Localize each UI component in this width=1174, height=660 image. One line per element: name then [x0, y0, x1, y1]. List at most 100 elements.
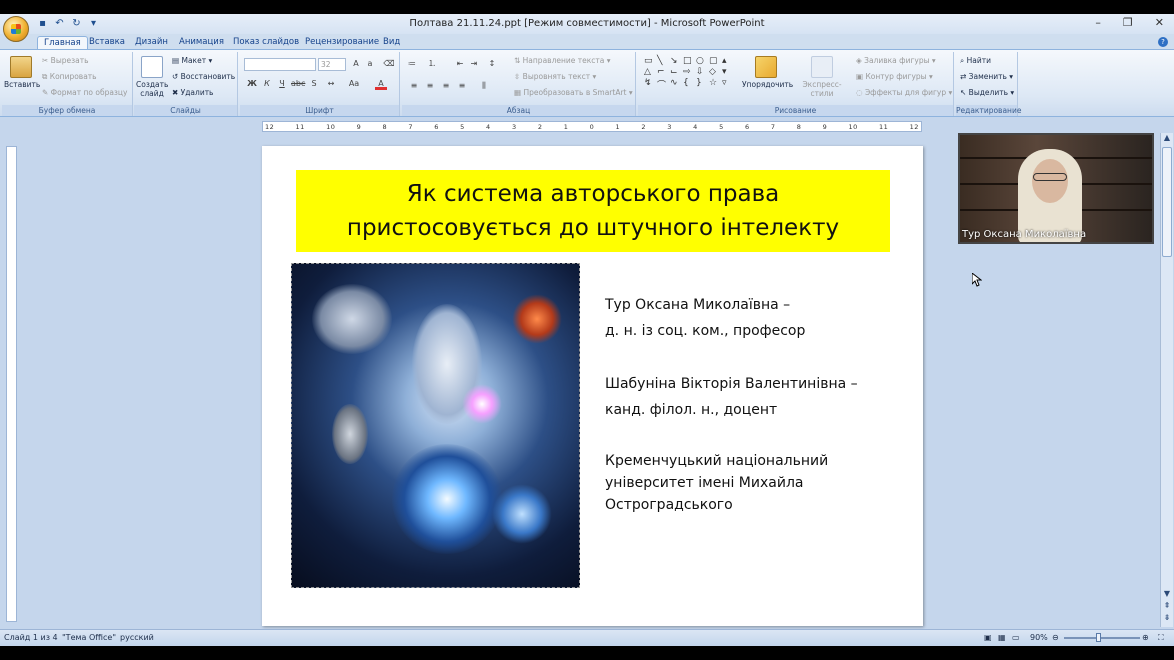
- numbering-icon[interactable]: ⒈: [426, 58, 438, 70]
- textbox-shape-icon[interactable]: ▭: [644, 56, 656, 66]
- slide-canvas[interactable]: Як система авторського права пристосовує…: [262, 146, 923, 626]
- line-shape-icon[interactable]: ╲: [657, 56, 669, 66]
- strikethrough-icon[interactable]: abc: [291, 78, 305, 90]
- shape-fill-button[interactable]: ◈ Заливка фигуры ▾: [856, 56, 936, 65]
- rounded-rect-shape-icon[interactable]: ▢: [709, 56, 721, 66]
- select-button[interactable]: ↖ Выделить ▾: [960, 88, 1014, 97]
- gallery-up-icon[interactable]: ▴: [722, 56, 734, 66]
- zoom-in-icon[interactable]: ⊕: [1142, 633, 1149, 642]
- webcam-video-tile[interactable]: Тур Оксана Миколаївна: [958, 133, 1154, 244]
- fit-slide-icon[interactable]: ⛶: [1158, 633, 1164, 643]
- layout-button[interactable]: ▤ Макет ▾: [172, 56, 212, 65]
- clear-format-icon[interactable]: ⌫: [383, 58, 395, 70]
- grow-font-icon[interactable]: A: [350, 58, 362, 70]
- tab-design[interactable]: Дизайн: [129, 36, 174, 50]
- bold-icon[interactable]: Ж: [246, 78, 258, 90]
- slide-body-text[interactable]: Тур Оксана Миколаївна – д. н. із соц. ко…: [605, 292, 905, 543]
- scroll-thumb[interactable]: [1162, 147, 1172, 257]
- star-shape-icon[interactable]: ☆: [709, 78, 721, 91]
- maximize-icon[interactable]: ❐: [1123, 16, 1133, 29]
- down-arrow-shape-icon[interactable]: ⇩: [696, 67, 708, 77]
- columns-icon[interactable]: ⫼: [478, 80, 490, 92]
- align-left-icon[interactable]: ≡: [408, 80, 420, 92]
- replace-button[interactable]: ⇄ Заменить ▾: [960, 72, 1013, 81]
- arrange-button[interactable]: Упорядочить: [742, 56, 793, 89]
- underline-icon[interactable]: Ч: [276, 78, 288, 90]
- theme-name[interactable]: "Тема Office": [62, 633, 116, 642]
- scroll-down-icon[interactable]: ▼: [1161, 589, 1173, 601]
- brace-right-shape-icon[interactable]: }: [696, 78, 708, 91]
- quick-styles-button[interactable]: Экспресс-стили: [794, 56, 850, 98]
- brace-left-shape-icon[interactable]: {: [683, 78, 695, 91]
- shape-gallery[interactable]: ▭ ╲ ↘ □ ○ ▢ ▴ △ ⌐ ⌙ ⇨ ⇩ ◇ ▾ ↯ ⌒ ∿{} ☆ ▿: [644, 56, 734, 91]
- scribble-shape-icon[interactable]: ∿: [670, 78, 682, 91]
- change-case-icon[interactable]: Аа: [348, 78, 360, 90]
- bullets-icon[interactable]: ≔: [406, 58, 418, 70]
- shadow-icon[interactable]: S: [308, 78, 320, 90]
- freeform-shape-icon[interactable]: ↯: [644, 78, 656, 91]
- zoom-out-icon[interactable]: ⊖: [1052, 633, 1059, 642]
- font-color-icon[interactable]: A: [375, 78, 387, 90]
- help-icon[interactable]: ?: [1158, 37, 1168, 47]
- language-indicator[interactable]: русский: [120, 633, 154, 642]
- italic-icon[interactable]: К: [261, 78, 273, 90]
- zoom-slider[interactable]: [1064, 637, 1140, 639]
- delete-slide-button[interactable]: ✖ Удалить: [172, 88, 213, 97]
- slideshow-view-icon[interactable]: ▭: [1012, 633, 1020, 642]
- align-text-button[interactable]: ⇳ Выровнять текст ▾: [514, 72, 596, 81]
- slide-title[interactable]: Як система авторського права пристосовує…: [296, 170, 890, 252]
- reset-button[interactable]: ↺ Восстановить: [172, 72, 235, 81]
- office-button[interactable]: [3, 16, 29, 42]
- cut-button[interactable]: ✂ Вырезать: [42, 56, 89, 65]
- justify-icon[interactable]: ≡: [456, 80, 468, 92]
- minimize-icon[interactable]: –: [1095, 16, 1101, 29]
- oval-shape-icon[interactable]: ○: [696, 56, 708, 66]
- prev-slide-icon[interactable]: ⇞: [1161, 601, 1173, 613]
- align-center-icon[interactable]: ≡: [424, 80, 436, 92]
- elbow-shape-icon[interactable]: ⌙: [670, 67, 682, 77]
- slide-sorter-icon[interactable]: ▦: [998, 633, 1006, 642]
- tab-view[interactable]: Вид: [377, 36, 406, 50]
- tab-home[interactable]: Главная: [37, 36, 88, 50]
- paste-button[interactable]: Вставить: [4, 56, 40, 89]
- new-slide-button[interactable]: Создать слайд: [136, 56, 168, 98]
- horizontal-ruler[interactable]: 12 11 10 9 8 7 6 5 4 3 2 1 0 1 2 3 4 5 6 7 8 9 10 11 12: [262, 121, 922, 132]
- gallery-more-icon[interactable]: ▿: [722, 78, 734, 91]
- normal-view-icon[interactable]: ▣: [984, 633, 992, 642]
- tab-review[interactable]: Рецензирование: [299, 36, 385, 50]
- flowchart-shape-icon[interactable]: ◇: [709, 67, 721, 77]
- scroll-up-icon[interactable]: ▲: [1161, 133, 1173, 145]
- arrow-line-shape-icon[interactable]: ↘: [670, 56, 682, 66]
- tab-slideshow[interactable]: Показ слайдов: [227, 36, 305, 50]
- close-icon[interactable]: ✕: [1155, 16, 1164, 29]
- ai-illustration-image[interactable]: [291, 263, 580, 588]
- format-painter-button[interactable]: ✎ Формат по образцу: [42, 88, 127, 97]
- copy-button[interactable]: ⧉ Копировать: [42, 72, 97, 82]
- vertical-ruler[interactable]: [6, 146, 17, 622]
- right-arrow-shape-icon[interactable]: ⇨: [683, 67, 695, 77]
- zoom-level[interactable]: 90%: [1030, 633, 1048, 642]
- shape-effects-button[interactable]: ◌ Эффекты для фигур ▾: [856, 88, 952, 97]
- increase-indent-icon[interactable]: ⇥: [468, 58, 480, 70]
- char-spacing-icon[interactable]: ↔: [325, 78, 337, 90]
- line-spacing-icon[interactable]: ↕: [486, 58, 498, 70]
- tab-insert[interactable]: Вставка: [83, 36, 131, 50]
- smartart-button[interactable]: ▦ Преобразовать в SmartArt ▾: [514, 88, 633, 97]
- rectangle-shape-icon[interactable]: □: [683, 56, 695, 66]
- tab-animation[interactable]: Анимация: [173, 36, 230, 50]
- shrink-font-icon[interactable]: a: [364, 58, 376, 70]
- curve-shape-icon[interactable]: ⌒: [657, 78, 669, 91]
- decrease-indent-icon[interactable]: ⇤: [454, 58, 466, 70]
- next-slide-icon[interactable]: ⇟: [1161, 613, 1173, 625]
- triangle-shape-icon[interactable]: △: [644, 67, 656, 77]
- font-name-combo[interactable]: [244, 58, 316, 71]
- shape-outline-button[interactable]: ▣ Контур фигуры ▾: [856, 72, 933, 81]
- connector-shape-icon[interactable]: ⌐: [657, 67, 669, 77]
- align-right-icon[interactable]: ≡: [440, 80, 452, 92]
- zoom-slider-knob[interactable]: [1096, 633, 1101, 642]
- gallery-down-icon[interactable]: ▾: [722, 67, 734, 77]
- text-direction-button[interactable]: ⇅ Направление текста ▾: [514, 56, 611, 65]
- font-size-combo[interactable]: 32: [318, 58, 346, 71]
- find-button[interactable]: ⌕ Найти: [960, 56, 991, 66]
- vertical-scrollbar[interactable]: ▲ ▼ ⇞ ⇟: [1160, 133, 1173, 627]
